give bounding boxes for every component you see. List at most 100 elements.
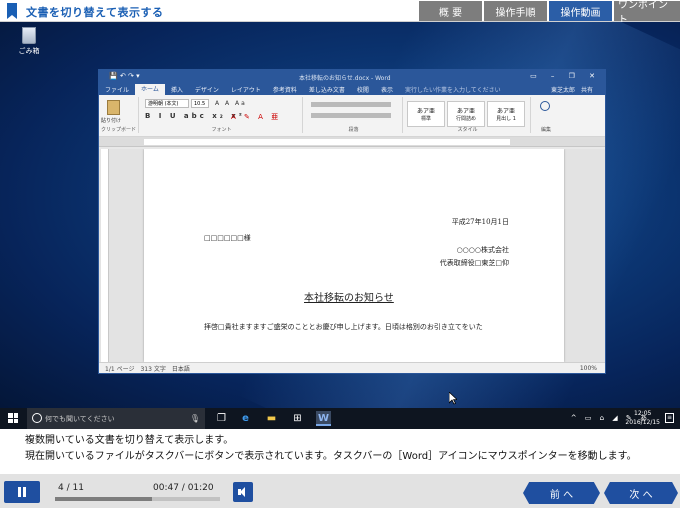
edge-icon[interactable]: e: [238, 411, 253, 426]
doc-addressee: □□□□□□様: [204, 234, 251, 242]
clipboard-caption: クリップボード: [100, 127, 136, 133]
clock-date: 2016/12/15: [625, 419, 660, 426]
volume-icon[interactable]: [233, 482, 253, 502]
word-taskbar-icon[interactable]: W: [316, 411, 331, 426]
ribbon-tab-references[interactable]: 参考資料: [267, 85, 303, 94]
progress-bar[interactable]: [55, 497, 220, 501]
prev-button[interactable]: 前 へ: [523, 482, 600, 504]
styles-group: あア亜 標準 あア亜 行間詰め あア亜 見出し 1 スタイル: [405, 97, 531, 133]
word-titlebar: 💾 ↶ ↷ ▾ 本社移転のお知らせ.docx - Word ▭ – ❐ ✕: [99, 70, 605, 84]
horizontal-ruler: [99, 137, 605, 147]
tab-video[interactable]: 操作動画: [549, 1, 612, 21]
taskbar-clock[interactable]: 12:05 2016/12/15: [625, 409, 660, 427]
paragraph-row-2[interactable]: [311, 113, 391, 118]
font-extra-buttons[interactable]: A A Aa: [215, 100, 247, 107]
tab-onepoint[interactable]: ワンポイント: [614, 0, 680, 26]
tell-me-box[interactable]: 実行したい作業を入力してください: [399, 85, 507, 94]
ribbon-tab-design[interactable]: デザイン: [189, 85, 225, 94]
ribbon: 貼り付け クリップボード 游明朝 (本文) 10.5 B I U abc x₂ …: [99, 95, 605, 137]
quick-access-toolbar[interactable]: 💾 ↶ ↷ ▾: [109, 72, 140, 80]
progress-fill: [55, 497, 152, 501]
style-sample: あア亜: [496, 108, 515, 115]
document-area[interactable]: 平成27年10月1日 □□□□□□様 ○○○○株式会社 代表取締役□東芝□仰 本…: [99, 149, 605, 362]
user-area[interactable]: 東芝太郎 共有: [541, 85, 601, 94]
bookmark-icon: [7, 3, 17, 19]
ribbon-tab-layout[interactable]: レイアウト: [225, 85, 267, 94]
styles-caption: スタイル: [457, 127, 478, 133]
page-title: 文書を切り替えて表示する: [26, 6, 164, 19]
window-controls[interactable]: ▭ – ❐ ✕: [530, 72, 601, 80]
windows-start-icon[interactable]: [8, 413, 18, 423]
taskbar-search[interactable]: 何でも聞いてください 🎙: [27, 408, 205, 429]
doc-company: ○○○○株式会社: [456, 246, 509, 254]
desktop-screenshot: ごみ箱 💾 ↶ ↷ ▾ 本社移転のお知らせ.docx - Word ▭ – ❐ …: [0, 22, 680, 408]
caption-line-1: 複数開いている文書を切り替えて表示します。: [25, 435, 234, 446]
store-icon[interactable]: ⊞: [290, 411, 305, 426]
ribbon-tab-insert[interactable]: 挿入: [165, 85, 189, 94]
notification-icon[interactable]: ≡: [665, 413, 674, 423]
style-heading1[interactable]: あア亜 見出し 1: [487, 101, 525, 127]
ribbon-tab-review[interactable]: 校閲: [351, 85, 375, 94]
doc-date: 平成27年10月1日: [451, 218, 509, 226]
header-tabs: 概 要 操作手順 操作動画 ワンポイント: [417, 0, 680, 26]
step-counter: 4 / 11: [58, 483, 84, 493]
style-sample: あア亜: [416, 108, 435, 115]
font-size-box[interactable]: 10.5: [191, 99, 209, 108]
font-color-buttons[interactable]: A ✎ A 亜: [231, 112, 281, 122]
taskbar: 何でも聞いてください 🎙 ❐ e ▬ ⊞ W ^ ▭ ⌂ ◢ ✎ あ 12:05…: [0, 408, 680, 429]
tab-overview[interactable]: 概 要: [419, 1, 482, 21]
doc-heading: 本社移転のお知らせ: [304, 293, 394, 304]
status-page: 1/1 ページ: [105, 365, 135, 373]
status-zoom[interactable]: 100%: [574, 365, 597, 372]
edit-caption: 編集: [540, 127, 551, 133]
ribbon-tab-mailings[interactable]: 差し込み文書: [303, 85, 351, 94]
clock-time: 12:05: [634, 410, 652, 417]
style-name: 標準: [420, 116, 431, 122]
font-group: 游明朝 (本文) 10.5 B I U abc x₂ x² A A Aa A ✎…: [141, 97, 303, 133]
ribbon-tab-view[interactable]: 表示: [375, 85, 399, 94]
paragraph-caption: 段落: [348, 127, 359, 133]
caption-line-2: 現在開いているファイルがタスクバーにボタンで表示されています。タスクバーの［Wo…: [25, 451, 637, 462]
recycle-bin-icon: [22, 27, 36, 44]
share-button[interactable]: 共有: [579, 87, 595, 94]
mouse-pointer-icon: [449, 392, 457, 405]
style-name: 見出し 1: [496, 116, 516, 122]
document-page[interactable]: 平成27年10月1日 □□□□□□様 ○○○○株式会社 代表取締役□東芝□仰 本…: [144, 149, 564, 362]
font-format-buttons[interactable]: B I U abc x₂ x²: [145, 112, 245, 120]
doc-body: 拝啓□貴社ますますご盛栄のこととお慶び申し上げます。日頃は格別のお引き立てをいた: [204, 323, 483, 331]
doc-representative: 代表取締役□東芝□仰: [439, 259, 509, 267]
microphone-icon[interactable]: 🎙: [190, 414, 200, 423]
file-explorer-icon[interactable]: ▬: [264, 411, 279, 426]
style-name: 行間詰め: [455, 116, 476, 122]
status-words: 313 文字: [140, 365, 166, 373]
recycle-bin-label: ごみ箱: [18, 47, 40, 55]
edit-group: 編集: [533, 97, 559, 133]
paragraph-row-1[interactable]: [311, 102, 391, 107]
cortana-icon: [32, 413, 42, 423]
pause-button[interactable]: [4, 481, 40, 503]
ribbon-tab-file[interactable]: ファイル: [99, 85, 135, 94]
paragraph-group: 段落: [305, 97, 403, 133]
task-view-icon[interactable]: ❐: [214, 411, 229, 426]
word-window: 💾 ↶ ↷ ▾ 本社移転のお知らせ.docx - Word ▭ – ❐ ✕ ファ…: [98, 69, 606, 374]
word-statusbar: 1/1 ページ 313 文字 日本語 100%: [99, 362, 605, 373]
next-button[interactable]: 次 へ: [604, 482, 678, 504]
word-doc-title: 本社移転のお知らせ.docx - Word: [299, 75, 391, 82]
vertical-ruler: [101, 149, 109, 362]
ribbon-tab-home[interactable]: ホーム: [135, 84, 165, 95]
paste-label: 貼り付け: [101, 118, 122, 124]
paste-icon[interactable]: [107, 100, 120, 115]
status-lang: 日本語: [171, 365, 190, 373]
style-nospacing[interactable]: あア亜 行間詰め: [447, 101, 485, 127]
user-name: 東芝太郎: [550, 87, 575, 94]
font-caption: フォント: [211, 127, 232, 133]
player-controls: 4 / 11 00:47 / 01:20 前 へ 次 へ: [0, 474, 680, 508]
header-bar: 文書を切り替えて表示する 概 要 操作手順 操作動画 ワンポイント: [0, 0, 680, 26]
tab-procedure[interactable]: 操作手順: [484, 1, 547, 21]
step-caption: 複数開いている文書を切り替えて表示します。 現在開いているファイルがタスクバーに…: [25, 433, 637, 465]
clipboard-group: 貼り付け クリップボード: [99, 97, 139, 133]
find-icon[interactable]: [540, 101, 550, 111]
recycle-bin[interactable]: ごみ箱: [17, 27, 41, 65]
style-normal[interactable]: あア亜 標準: [407, 101, 445, 127]
font-name-box[interactable]: 游明朝 (本文): [145, 99, 189, 108]
